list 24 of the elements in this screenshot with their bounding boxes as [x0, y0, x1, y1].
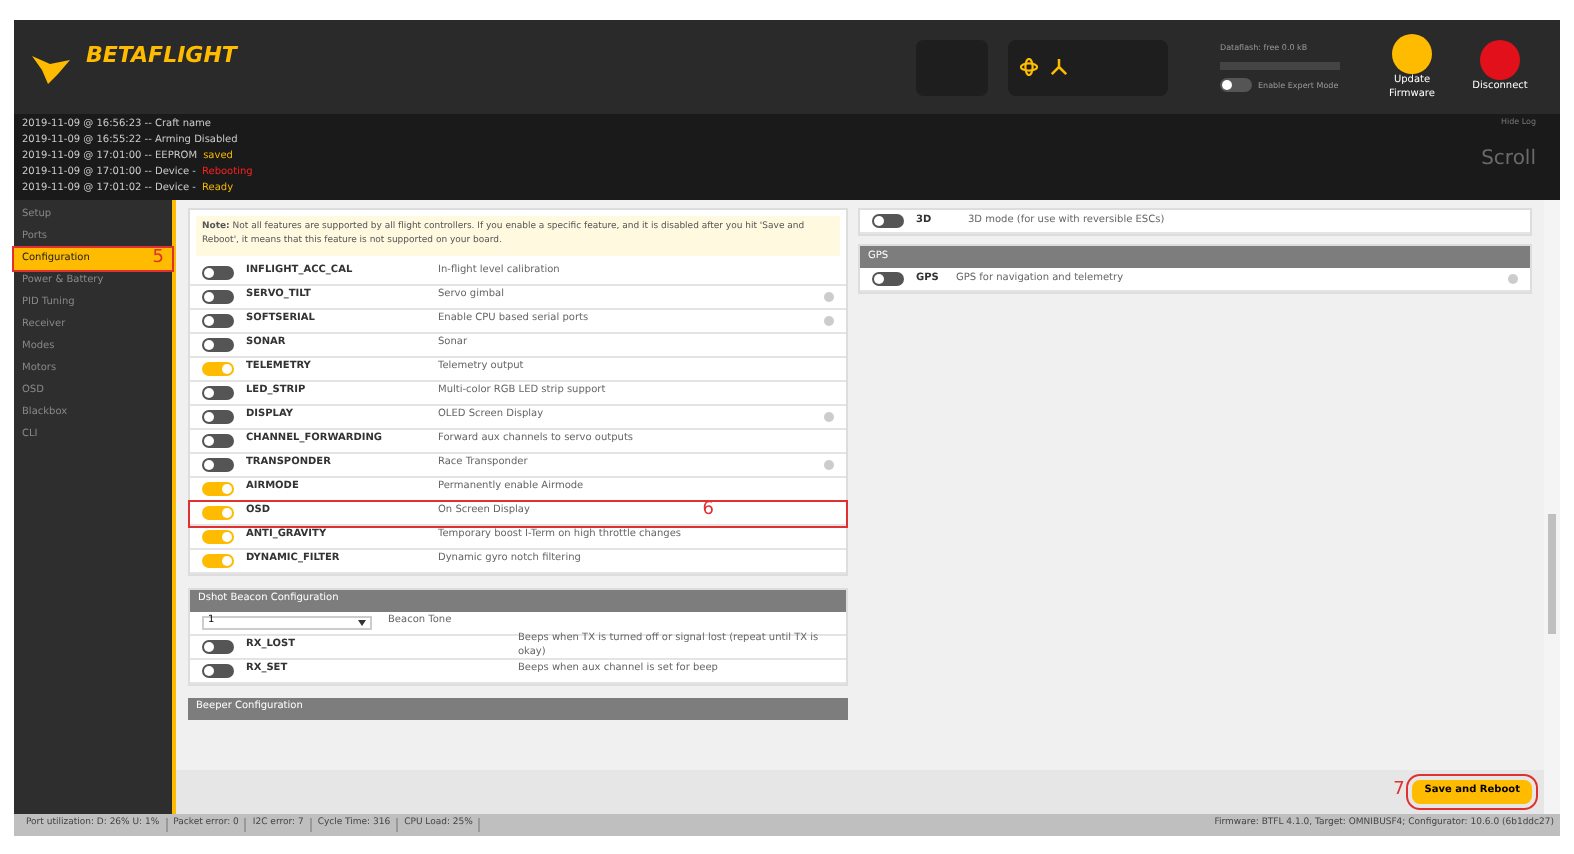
toggle-switch[interactable]	[202, 337, 234, 351]
toggle-switch[interactable]	[202, 529, 234, 543]
toggle-switch[interactable]	[202, 289, 234, 303]
logo-text: BETAFLIGHT	[86, 40, 237, 73]
scroll-label: Scroll	[1481, 146, 1536, 174]
caret-icon	[358, 619, 366, 625]
toggle-switch[interactable]	[202, 385, 234, 399]
toggle-switch[interactable]	[202, 265, 234, 279]
toggle-switch[interactable]	[872, 214, 904, 228]
toggle-switch[interactable]	[202, 433, 234, 447]
toggle-switch[interactable]	[202, 663, 234, 677]
toggle-switch[interactable]	[202, 505, 234, 519]
toggle-switch[interactable]	[202, 481, 234, 495]
accel-icon	[1050, 58, 1068, 76]
annotation-number: 7	[1393, 778, 1405, 805]
toggle-switch[interactable]	[202, 553, 234, 567]
gyro-icon	[1020, 58, 1038, 76]
toggle-switch[interactable]	[202, 409, 234, 423]
toggle-switch[interactable]	[202, 639, 234, 653]
toggle-switch[interactable]	[202, 313, 234, 327]
toggle-switch[interactable]	[202, 457, 234, 471]
toggle-switch[interactable]	[202, 361, 234, 375]
toggle-switch[interactable]	[1220, 78, 1252, 92]
toggle-switch[interactable]	[872, 272, 904, 286]
